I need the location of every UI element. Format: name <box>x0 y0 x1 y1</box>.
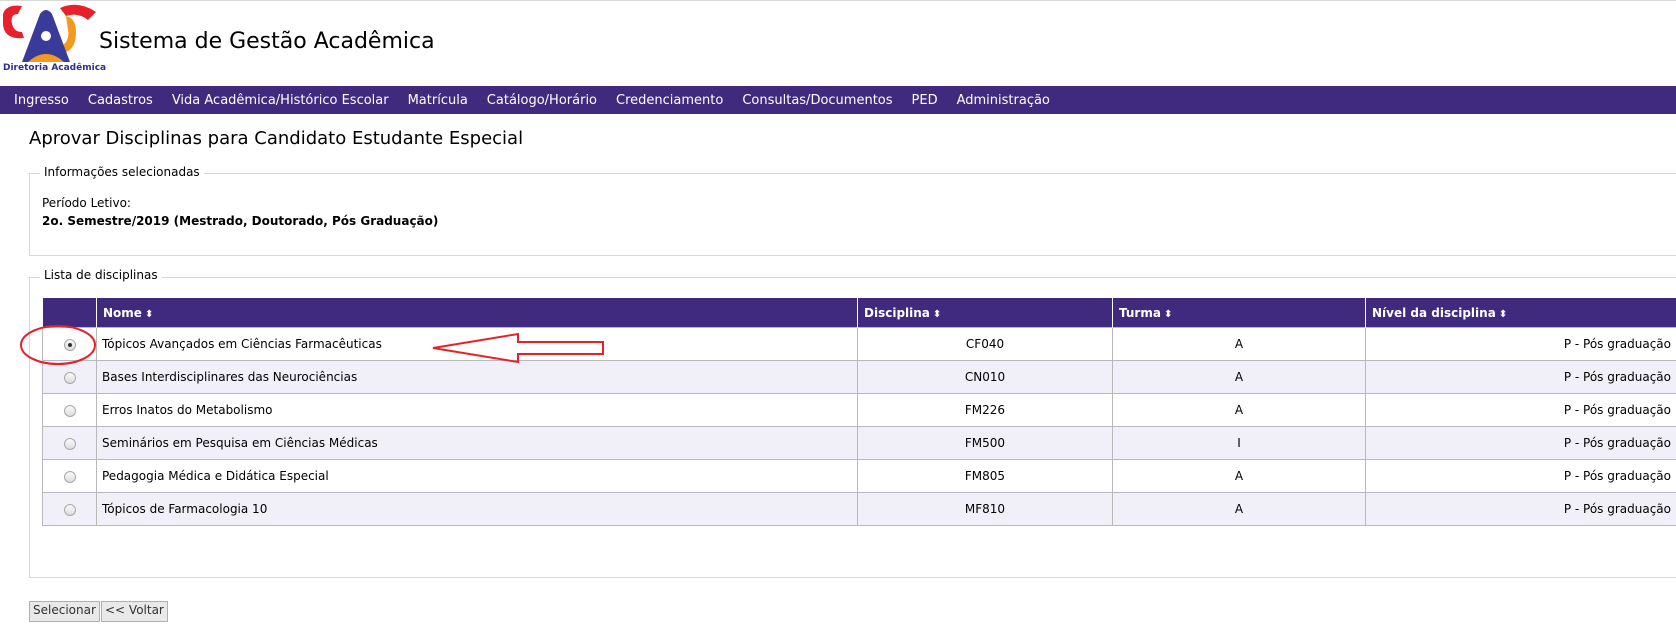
table-row[interactable]: Erros Inatos do Metabolismo FM226 A P - … <box>42 393 1676 427</box>
cell-nome: Tópicos Avançados em Ciências Farmacêuti… <box>96 327 858 361</box>
row-radio[interactable] <box>63 503 76 516</box>
cell-disciplina: MF810 <box>857 492 1113 526</box>
table-row[interactable]: Tópicos de Farmacologia 10 MF810 A P - P… <box>42 492 1676 526</box>
voltar-button[interactable]: << Voltar <box>101 601 168 622</box>
table-header-row: Nome ⬍ Disciplina ⬍ Turma ⬍ Nível da discip… <box>42 298 1676 328</box>
cell-nivel: P - Pós graduação <box>1365 492 1676 526</box>
cell-disciplina: FM805 <box>857 459 1113 493</box>
nav-item-administracao[interactable]: Administração <box>957 93 1050 108</box>
turma-column-header[interactable]: Turma ⬍ <box>1112 298 1366 328</box>
cell-turma: A <box>1112 492 1366 526</box>
row-radio[interactable] <box>63 338 76 351</box>
nav-item-catalogo-horario[interactable]: Catálogo/Horário <box>487 93 597 108</box>
table-row[interactable]: Bases Interdisciplinares das Neurociênci… <box>42 360 1676 394</box>
cell-nome: Seminários em Pesquisa em Ciências Médic… <box>96 426 858 460</box>
cell-nivel: P - Pós graduação <box>1365 393 1676 427</box>
table-row[interactable]: Pedagogia Médica e Didática Especial FM8… <box>42 459 1676 493</box>
info-legend: Informações selecionadas <box>40 165 204 179</box>
sort-updown-icon[interactable]: ⬍ <box>1499 309 1507 320</box>
cell-disciplina: CN010 <box>857 360 1113 394</box>
row-radio[interactable] <box>63 371 76 384</box>
periodo-label: Período Letivo: <box>42 196 131 210</box>
row-radio[interactable] <box>63 437 76 450</box>
nav-item-credenciamento[interactable]: Credenciamento <box>616 93 723 108</box>
nav-item-ped[interactable]: PED <box>912 93 938 108</box>
row-radio[interactable] <box>63 404 76 417</box>
nav-item-vida-academica[interactable]: Vida Acadêmica/Histórico Escolar <box>172 93 389 108</box>
cell-nivel: P - Pós graduação <box>1365 459 1676 493</box>
cell-turma: I <box>1112 426 1366 460</box>
cell-nome: Tópicos de Farmacologia 10 <box>96 492 858 526</box>
table-row[interactable]: Tópicos Avançados em Ciências Farmacêuti… <box>42 327 1676 361</box>
nav-item-cadastros[interactable]: Cadastros <box>88 93 153 108</box>
cell-nivel: P - Pós graduação <box>1365 426 1676 460</box>
main-nav: Ingresso Cadastros Vida Acadêmica/Histór… <box>0 86 1676 114</box>
logo-caption: Diretoria Acadêmica <box>3 63 107 73</box>
page-title: Aprovar Disciplinas para Candidato Estud… <box>29 128 524 149</box>
cell-disciplina: FM500 <box>857 426 1113 460</box>
sort-updown-icon[interactable]: ⬍ <box>145 309 153 320</box>
nav-item-matricula[interactable]: Matrícula <box>408 93 468 108</box>
list-legend: Lista de disciplinas <box>40 268 162 282</box>
sort-updown-icon[interactable]: ⬍ <box>1164 309 1172 320</box>
cell-disciplina: FM226 <box>857 393 1113 427</box>
cell-nome: Pedagogia Médica e Didática Especial <box>96 459 858 493</box>
cell-nome: Erros Inatos do Metabolismo <box>96 393 858 427</box>
nav-item-ingresso[interactable]: Ingresso <box>14 93 69 108</box>
cell-turma: A <box>1112 393 1366 427</box>
cell-nivel: P - Pós graduação <box>1365 360 1676 394</box>
disciplina-column-header[interactable]: Disciplina ⬍ <box>857 298 1113 328</box>
cell-turma: A <box>1112 459 1366 493</box>
row-radio[interactable] <box>63 470 76 483</box>
sort-updown-icon[interactable]: ⬍ <box>933 309 941 320</box>
cell-disciplina: CF040 <box>857 327 1113 361</box>
nivel-column-header[interactable]: Nível da disciplina ⬍ <box>1365 298 1676 328</box>
cell-turma: A <box>1112 327 1366 361</box>
table-row[interactable]: Seminários em Pesquisa em Ciências Médic… <box>42 426 1676 460</box>
app-title: Sistema de Gestão Acadêmica <box>99 29 435 54</box>
cell-nome: Bases Interdisciplinares das Neurociênci… <box>96 360 858 394</box>
selecionar-button[interactable]: Selecionar <box>29 601 100 622</box>
disciplinas-table: Nome ⬍ Disciplina ⬍ Turma ⬍ Nível da discip… <box>42 298 1676 526</box>
cell-nivel: P - Pós graduação <box>1365 327 1676 361</box>
top-border <box>0 0 1676 1</box>
nome-column-header[interactable]: Nome ⬍ <box>96 298 858 328</box>
periodo-value: 2o. Semestre/2019 (Mestrado, Doutorado, … <box>42 214 439 228</box>
select-column-header <box>42 298 97 328</box>
nav-item-consultas-documentos[interactable]: Consultas/Documentos <box>742 93 892 108</box>
cell-turma: A <box>1112 360 1366 394</box>
